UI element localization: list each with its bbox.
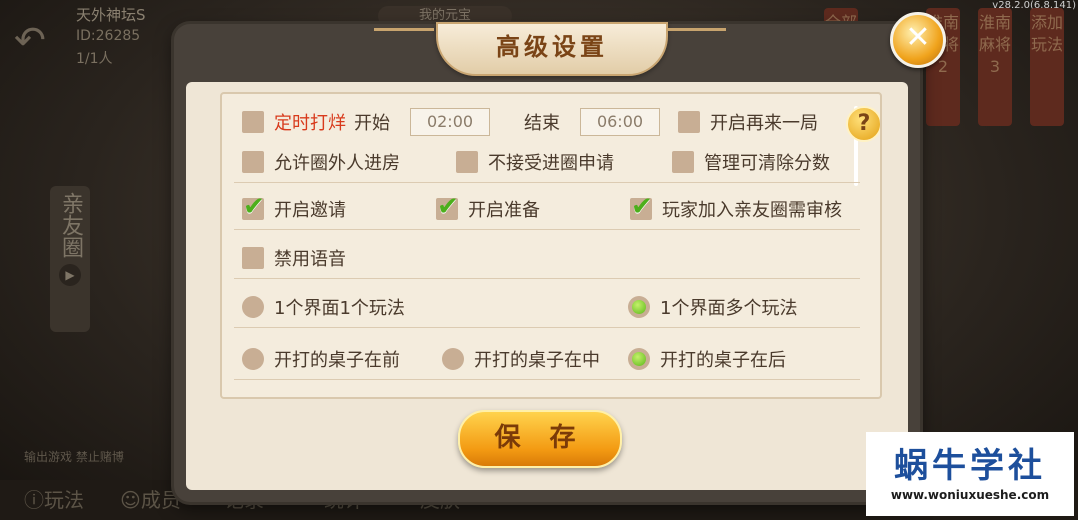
advanced-settings-dialog: 高级设置 ✕ 定时打烊 开始 02:00 结束 06:00 开启再来一局 ? 允… [174,12,946,502]
checkbox-checked-icon [630,192,653,222]
table-back-label: 开打的桌子在后 [660,350,786,371]
user-icon: ☺ [120,488,141,512]
checkbox-box [456,151,478,173]
checkbox-reject-join[interactable]: 不接受进圈申请 [456,142,614,182]
bottom-tab-rules-label: 玩法 [44,488,84,512]
end-label: 结束 [524,113,560,134]
table-middle-label: 开打的桌子在中 [474,350,600,371]
radio-single-game[interactable]: 1个界面1个玩法 [242,287,405,327]
invite-label: 开启邀请 [274,200,346,221]
radio-selected-icon [628,296,650,318]
row-room-rules: 允许圈外人进房 不接受进圈申请 管理可清除分数 [234,142,860,183]
title-wing-right [666,28,726,57]
reject-join-label: 不接受进圈申请 [488,153,614,174]
checkbox-checked-icon [436,192,459,222]
radio-multi-game[interactable]: 1个界面多个玩法 [628,287,797,327]
start-time-input[interactable]: 02:00 [410,108,490,136]
start-label: 开始 [354,113,390,134]
allow-outsider-label: 允许圈外人进房 [274,153,400,174]
save-button[interactable]: 保 存 [458,410,622,468]
room-id: ID:26285 [76,28,141,44]
question-icon: ⓘ [24,488,44,512]
dialog-title: 高级设置 [496,33,608,61]
checkbox-box [242,247,264,269]
watermark-url: www.woniuxueshe.com [890,488,1050,502]
checkbox-ready[interactable]: 开启准备 [436,189,540,229]
checkbox-timed-close[interactable]: 定时打烊 [242,102,346,142]
checkbox-box [672,151,694,173]
row-timer: 定时打烊 开始 02:00 结束 06:00 开启再来一局 ? [234,102,880,142]
question-icon[interactable]: ? [846,106,880,142]
timer-end: 结束 06:00 [524,102,660,142]
radio-table-front[interactable]: 开打的桌子在前 [242,339,400,379]
checkbox-replay[interactable]: 开启再来一局 [678,102,818,142]
checkbox-box [678,111,700,133]
review-label: 玩家加入亲友圈需审核 [662,200,842,221]
row-table-position: 开打的桌子在前 开打的桌子在中 开打的桌子在后 [234,339,860,380]
ready-label: 开启准备 [468,200,540,221]
bottom-tab-members[interactable]: ☺成员 [120,484,181,513]
watermark-title: 蜗牛学社 [894,446,1046,486]
checkbox-allow-outsider[interactable]: 允许圈外人进房 [242,142,400,182]
checkbox-invite[interactable]: 开启邀请 [242,189,346,229]
timed-close-label: 定时打烊 [274,113,346,134]
row-voice: 禁用语音 [234,238,860,279]
side-tab-add-game[interactable]: 添加玩法 [1030,8,1064,126]
club-tab-label: 亲友圈 [58,192,83,258]
checkbox-checked-icon [242,192,265,222]
replay-label: 开启再来一局 [710,113,818,134]
watermark: 蜗牛学社 www.woniuxueshe.com [866,432,1074,516]
room-count: 1/1人 [76,51,113,67]
checkbox-admin-clear[interactable]: 管理可清除分数 [672,142,830,182]
radio-button [242,296,264,318]
radio-table-middle[interactable]: 开打的桌子在中 [442,339,600,379]
radio-button [242,348,264,370]
dialog-title-plate: 高级设置 [436,22,668,76]
checkbox-box [242,111,264,133]
bottom-tab-rules[interactable]: ⓘ玩法 [24,484,84,513]
radio-table-back[interactable]: 开打的桌子在后 [628,339,786,379]
settings-panel[interactable]: 定时打烊 开始 02:00 结束 06:00 开启再来一局 ? 允许圈外人进房 [220,92,882,399]
close-icon[interactable]: ✕ [890,12,946,68]
table-front-label: 开打的桌子在前 [274,350,400,371]
play-icon: ▶ [59,264,81,286]
end-time-input[interactable]: 06:00 [580,108,660,136]
checkbox-box [242,151,264,173]
club-tab[interactable]: 亲友圈 ▶ [50,186,90,332]
back-arrow-icon[interactable]: ↶ [14,21,58,59]
side-tab-huainan-3[interactable]: 淮南麻将3 [978,8,1012,126]
multi-game-label: 1个界面多个玩法 [660,298,798,319]
radio-selected-icon [628,348,650,370]
bottom-hint: 输出游戏 禁止赌博 [24,450,124,464]
row-invite: 开启邀请 开启准备 玩家加入亲友圈需审核 [234,189,860,230]
radio-button [442,348,464,370]
single-game-label: 1个界面1个玩法 [274,298,405,319]
title-wing-left [374,28,434,57]
checkbox-review[interactable]: 玩家加入亲友圈需审核 [630,189,842,229]
checkbox-mute-voice[interactable]: 禁用语音 [242,238,346,278]
row-layout-mode: 1个界面1个玩法 1个界面多个玩法 [234,287,860,328]
admin-clear-label: 管理可清除分数 [704,153,830,174]
timer-start: 开始 02:00 [354,102,490,142]
room-name: 天外神坛S [76,6,146,24]
mute-voice-label: 禁用语音 [274,249,346,270]
